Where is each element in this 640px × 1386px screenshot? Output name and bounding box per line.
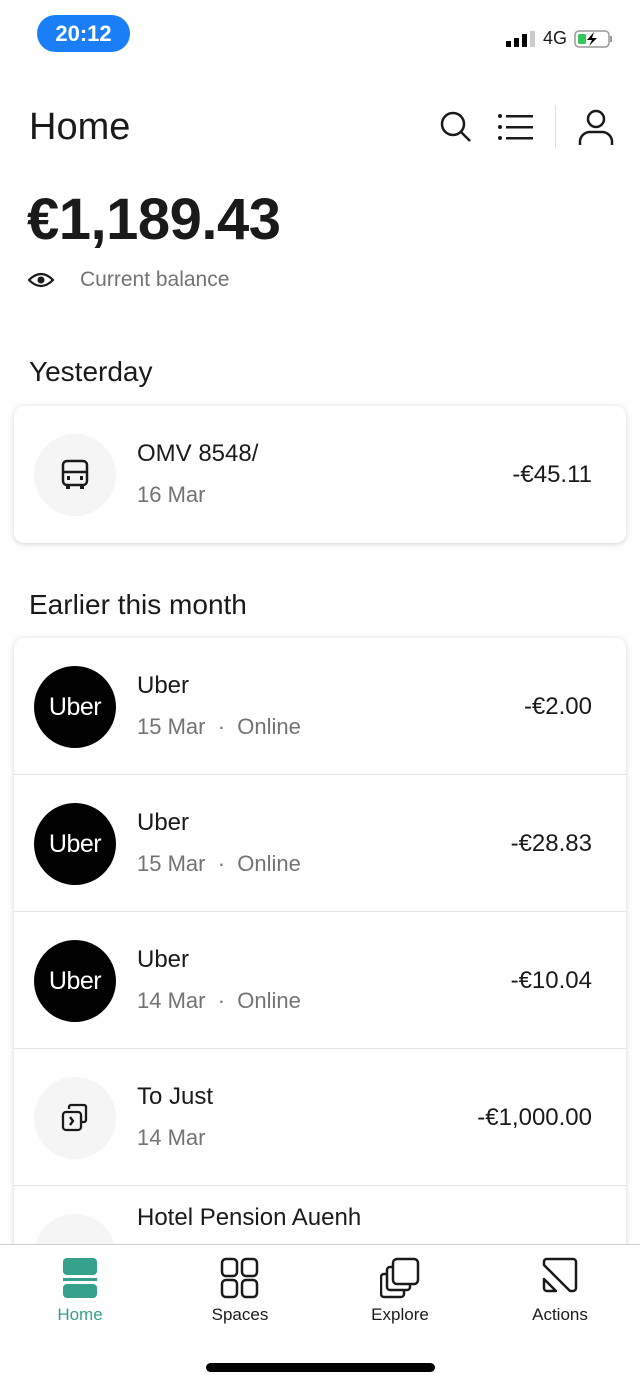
header-divider: [555, 106, 556, 148]
transaction-meta: 14 Mar · Online: [137, 988, 301, 1013]
uber-logo: Uber: [34, 940, 116, 1022]
uber-logo: Uber: [34, 803, 116, 885]
transaction-date: 16 Mar: [137, 482, 206, 507]
transactions-yesterday: OMV 8548/ 16 Mar -€45.11: [14, 406, 626, 543]
nav-label: Home: [57, 1305, 103, 1324]
status-indicators: 4G: [505, 28, 614, 49]
battery-charging-icon: [574, 29, 612, 48]
transaction-amount: -€1,000.00: [477, 1104, 592, 1131]
nav-home[interactable]: Home: [0, 1245, 160, 1386]
nav-label: Spaces: [211, 1305, 269, 1324]
transaction-name: OMV 8548/: [137, 440, 259, 467]
header-actions: [439, 106, 614, 148]
section-title-yesterday: Yesterday: [29, 356, 153, 387]
nav-label: Explore: [371, 1305, 429, 1324]
balance-label-row: Current balance: [28, 268, 229, 292]
transaction-amount: -€45.11: [512, 461, 592, 488]
transaction-amount: -€2.00: [523, 693, 592, 720]
transaction-date: 14 Mar: [137, 1125, 206, 1150]
transaction-row[interactable]: Uber Uber 14 Mar · Online -€10.04: [14, 912, 626, 1049]
transaction-amount: -€10.04: [510, 967, 592, 994]
transaction-row[interactable]: OMV 8548/ 16 Mar -€45.11: [14, 406, 626, 543]
page-title: Home: [29, 106, 131, 148]
transaction-name: Hotel Pension Auenh: [137, 1204, 362, 1231]
balance-amount: €1,189.43: [27, 187, 281, 252]
profile-icon[interactable]: [578, 108, 614, 146]
eye-icon[interactable]: [28, 272, 54, 288]
transaction-meta: 15 Mar · Online: [137, 851, 301, 876]
balance-label: Current balance: [80, 268, 230, 291]
search-icon[interactable]: [439, 110, 473, 144]
nav-label: Actions: [532, 1305, 588, 1324]
uber-logo: Uber: [34, 666, 116, 748]
signal-icon: [505, 30, 535, 47]
home-indicator[interactable]: [206, 1363, 435, 1372]
transaction-amount: -€28.83: [510, 830, 592, 857]
status-time: 20:12: [37, 15, 130, 52]
transaction-row[interactable]: To Just 14 Mar -€1,000.00: [14, 1049, 626, 1186]
nav-actions[interactable]: Actions: [480, 1245, 640, 1386]
transactions-earlier: Uber Uber 15 Mar · Online -€2.00 Uber Ub…: [14, 638, 626, 1278]
transaction-name: To Just: [137, 1083, 214, 1110]
list-icon[interactable]: [497, 110, 533, 144]
transfer-icon: [34, 1077, 116, 1159]
section-title-earlier: Earlier this month: [29, 589, 247, 620]
home-icon: [63, 1258, 97, 1298]
transaction-meta: 15 Mar · Online: [137, 714, 301, 739]
transaction-name: Uber: [137, 809, 190, 836]
spaces-icon: [220, 1257, 259, 1299]
transaction-row[interactable]: Uber Uber 15 Mar · Online -€28.83: [14, 775, 626, 912]
transaction-name: Uber: [137, 946, 190, 973]
network-label: 4G: [542, 28, 567, 48]
bus-icon: [34, 434, 116, 516]
transaction-name: Uber: [137, 672, 190, 699]
actions-icon: [542, 1257, 578, 1293]
explore-icon: [380, 1257, 420, 1299]
transaction-row[interactable]: Uber Uber 15 Mar · Online -€2.00: [14, 638, 626, 775]
